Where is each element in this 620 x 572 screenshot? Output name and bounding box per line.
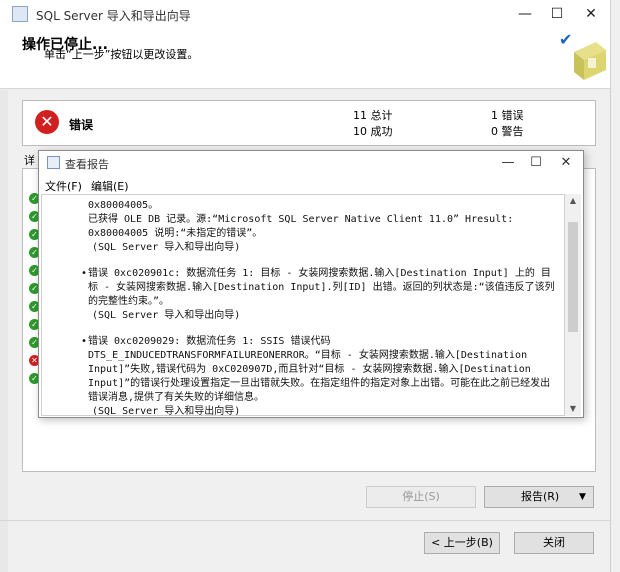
scroll-thumb[interactable] (568, 222, 578, 332)
footer-separator (0, 520, 610, 521)
error-icon: ✕ (35, 110, 59, 134)
report-button-label: 报告(R) (521, 490, 560, 503)
page-subtitle: 单击“上一步”按钮以更改设置。 (44, 48, 199, 61)
dialog-maximize-button[interactable]: ☐ (521, 151, 551, 175)
dialog-close-button[interactable]: ✕ (551, 151, 581, 175)
left-edge-strip (0, 90, 8, 572)
report-source: (SQL Server 导入和导出向导) (92, 310, 241, 321)
report-error-entry: • 错误 0xc020901c: 数据流任务 1: 目标 - 女装网搜索数据.输入… (81, 267, 560, 309)
status-label: 错误 (69, 118, 94, 132)
window-title: SQL Server 导入和导出向导 (36, 9, 191, 23)
report-source: (SQL Server 导入和导出向导) (92, 242, 241, 253)
warning-count: 0 警告 (491, 125, 524, 138)
minimize-button[interactable]: — (508, 0, 542, 28)
scroll-up-arrow-icon[interactable]: ▲ (565, 194, 581, 208)
close-button[interactable]: 关闭 (514, 532, 594, 554)
vertical-scrollbar[interactable]: ▲ ▼ (565, 194, 581, 416)
report-error-text: 错误 0xc020901c: 数据流任务 1: 目标 - 女装网搜索数据.输入[… (88, 268, 555, 307)
status-summary: ✕ 错误 11 总计 10 成功 1 错误 0 警告 (22, 100, 596, 146)
dropdown-arrow-icon: ▼ (579, 492, 586, 502)
dialog-title-bar: 查看报告 — ☐ ✕ (39, 151, 583, 175)
menu-file[interactable]: 文件(F) (45, 178, 82, 194)
dialog-minimize-button[interactable]: — (493, 151, 523, 175)
success-count: 10 成功 (353, 125, 393, 138)
error-count: 1 错误 (491, 109, 524, 122)
report-content: 0x80004005。 已获得 OLE DB 记录。源:“Microsoft S… (81, 199, 560, 416)
scroll-down-arrow-icon[interactable]: ▼ (565, 402, 581, 416)
report-icon (47, 156, 60, 169)
report-button[interactable]: 报告(R) ▼ (484, 486, 594, 508)
dialog-menu-bar: 文件(F) 编辑(E) (39, 176, 583, 194)
close-window-button[interactable]: ✕ (574, 0, 608, 28)
report-line: 0x80004005。 (88, 200, 159, 211)
back-button[interactable]: < 上一步(B) (424, 532, 500, 554)
report-line: 已获得 OLE DB 记录。源:“Microsoft SQL Server Na… (88, 214, 514, 239)
report-error-entry: • 错误 0xc0209029: 数据流任务 1: SSIS 错误代码 DTS_E… (81, 335, 560, 405)
report-error-text: 错误 0xc0209029: 数据流任务 1: SSIS 错误代码 DTS_E_… (88, 336, 551, 403)
wizard-header: 操作已停止... 单击“上一步”按钮以更改设置。 ✔ (0, 28, 610, 89)
stop-button[interactable]: 停止(S) (366, 486, 476, 508)
bullet-icon: • (81, 336, 88, 347)
report-source: (SQL Server 导入和导出向导) (92, 406, 241, 416)
view-report-dialog: 查看报告 — ☐ ✕ 文件(F) 编辑(E) 0x80004005。 已获得 O… (38, 150, 584, 418)
app-icon (12, 6, 28, 22)
details-label: 详 (24, 154, 35, 167)
wizard-logo-icon (574, 42, 606, 80)
menu-edit[interactable]: 编辑(E) (91, 178, 129, 194)
bullet-icon: • (81, 268, 88, 279)
title-bar: SQL Server 导入和导出向导 — ☐ ✕ (0, 0, 610, 28)
dialog-title: 查看报告 (65, 158, 109, 171)
maximize-button[interactable]: ☐ (540, 0, 574, 28)
total-count: 11 总计 (353, 109, 393, 122)
report-text-area[interactable]: 0x80004005。 已获得 OLE DB 记录。源:“Microsoft S… (41, 194, 565, 416)
